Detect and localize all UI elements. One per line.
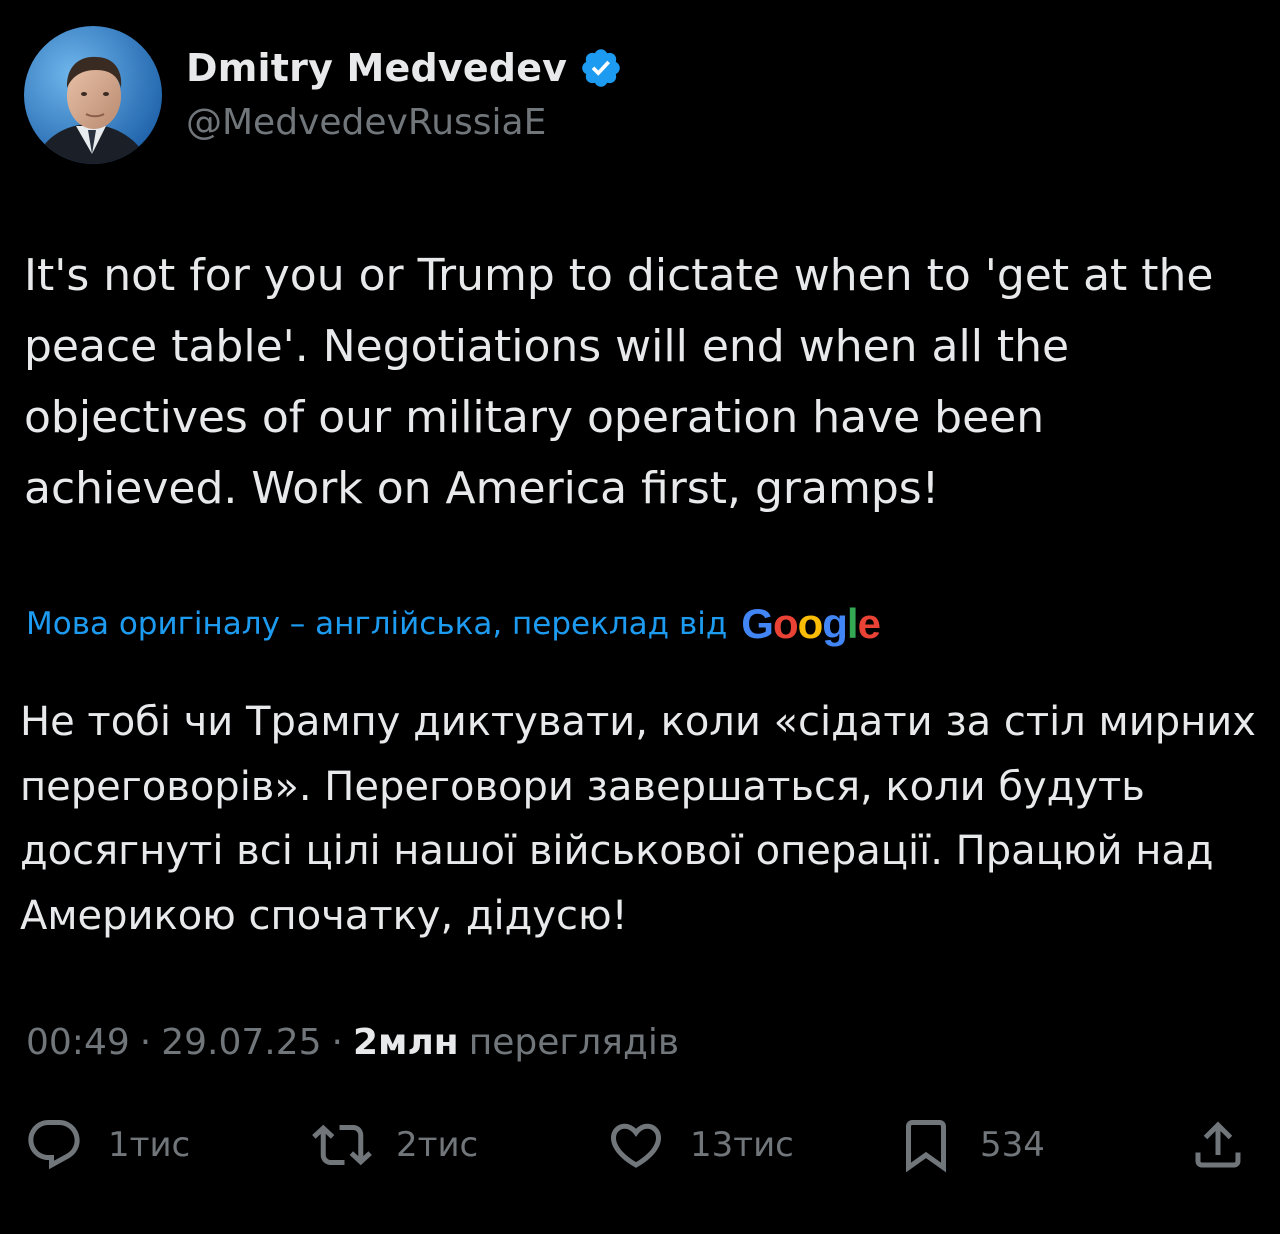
google-logo-letter: g	[822, 600, 848, 647]
tweet-meta: 00:49 · 29.07.25 · 2млн переглядів	[26, 1016, 679, 1068]
translation-attribution[interactable]: Мова оригіналу – англійська, переклад ві…	[26, 598, 881, 650]
reply-count: 1тис	[108, 1125, 191, 1165]
bookmark-button[interactable]: 534	[896, 1110, 1045, 1180]
author-name[interactable]: Dmitry Medvedev	[186, 46, 567, 90]
share-icon	[1188, 1115, 1248, 1175]
google-logo: Google	[741, 600, 881, 648]
google-logo-letter: e	[857, 600, 881, 647]
like-icon	[606, 1115, 666, 1175]
author-avatar[interactable]	[24, 26, 162, 164]
tweet-card: Dmitry Medvedev @MedvedevRussiaE It's no…	[0, 0, 1280, 1234]
views-label: переглядів	[468, 1021, 680, 1063]
google-logo-letter: o	[797, 600, 824, 647]
tweet-text: It's not for you or Trump to dictate whe…	[24, 250, 1214, 514]
author-name-row: Dmitry Medvedev	[186, 40, 623, 96]
translation-label: Мова оригіналу – англійська, переклад ві…	[26, 606, 728, 642]
reply-button[interactable]: 1тис	[24, 1110, 190, 1180]
google-logo-letter: o	[772, 600, 799, 647]
tweet-date[interactable]: 29.07.25	[161, 1022, 321, 1063]
verified-badge-icon	[579, 46, 623, 90]
meta-separator: ·	[331, 1021, 343, 1063]
bookmark-icon	[896, 1115, 956, 1175]
share-button[interactable]	[1188, 1110, 1248, 1180]
meta-separator: ·	[139, 1021, 152, 1063]
repost-icon	[312, 1115, 372, 1175]
repost-button[interactable]: 2тис	[312, 1110, 478, 1180]
repost-count: 2тис	[396, 1125, 479, 1165]
like-button[interactable]: 13тис	[606, 1110, 794, 1180]
like-count: 13тис	[690, 1125, 794, 1165]
translated-text: Не тобі чи Трампу диктувати, коли «сідат…	[20, 699, 1256, 939]
google-logo-letter: G	[741, 600, 774, 647]
reply-icon	[24, 1115, 84, 1175]
bookmark-count: 534	[980, 1125, 1045, 1165]
avatar-image	[24, 26, 162, 164]
views-count: 2млн	[352, 1021, 459, 1063]
google-logo-letter: l	[846, 600, 859, 647]
tweet-time[interactable]: 00:49	[26, 1022, 130, 1063]
action-bar: 1тис 2тис 13тис 534	[0, 1110, 1280, 1180]
author-handle[interactable]: @MedvedevRussiaE	[186, 102, 546, 143]
